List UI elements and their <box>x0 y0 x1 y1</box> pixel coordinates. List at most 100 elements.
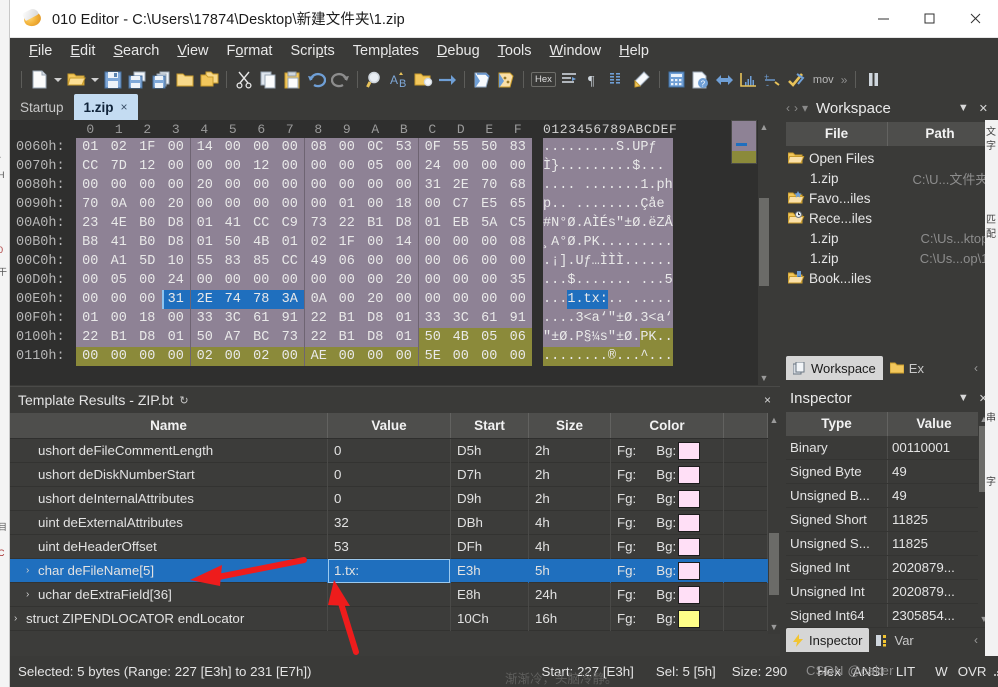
hex-byte[interactable]: B1 <box>332 309 361 328</box>
hex-byte[interactable]: 3C <box>446 309 475 328</box>
row-size[interactable]: 2h <box>529 487 611 511</box>
row-start[interactable]: E3h <box>451 559 529 583</box>
tr-scroll-thumb[interactable] <box>769 533 779 595</box>
hex-byte[interactable]: 00 <box>275 271 304 290</box>
hex-byte[interactable]: B1 <box>104 328 133 347</box>
row-extra[interactable] <box>724 439 768 463</box>
hex-byte[interactable]: 24 <box>161 271 190 290</box>
hex-byte[interactable]: D8 <box>361 328 390 347</box>
hex-byte[interactable]: 00 <box>104 309 133 328</box>
inspector-row[interactable]: Signed Int 2020879... <box>786 556 986 580</box>
hex-byte[interactable]: 00 <box>446 271 475 290</box>
column-header-color[interactable]: Color <box>611 413 724 438</box>
workspace-menu-icon[interactable]: ▼ <box>958 102 969 114</box>
find-in-files-icon[interactable] <box>411 68 435 92</box>
hex-byte[interactable]: 00 <box>389 176 418 195</box>
find-icon[interactable] <box>363 68 387 92</box>
inspector-column-type[interactable]: Type <box>786 412 888 436</box>
inspector-menu-icon[interactable]: ▼ <box>958 392 969 404</box>
chevron-right-icon[interactable]: › <box>26 559 29 583</box>
tr-scroll-up-icon[interactable]: ▲ <box>768 413 780 427</box>
checksum-icon[interactable]: + - <box>761 68 785 92</box>
hex-byte[interactable]: 70 <box>76 195 105 214</box>
row-bg-swatch[interactable] <box>678 586 701 604</box>
hex-byte[interactable]: 50 <box>475 138 504 157</box>
hex-byte[interactable]: 68 <box>503 176 532 195</box>
row-value[interactable]: 53 <box>328 535 451 559</box>
row-color[interactable]: Fg: Bg: <box>611 607 724 631</box>
hex-scroll-up-icon[interactable]: ▲ <box>758 120 770 134</box>
hex-ascii[interactable]: p.. ........Çåe <box>543 195 673 214</box>
histogram-icon[interactable] <box>737 68 761 92</box>
row-value[interactable]: 0 <box>328 487 451 511</box>
hex-row[interactable]: 0100h: 22 B1 D8 01 50 A7 BC 73 22 B1 D8 01 50 4B 05 06 " ±… <box>10 328 770 347</box>
row-bg-swatch[interactable] <box>678 538 701 556</box>
inspector-tabs-prev-icon[interactable]: ‹ <box>970 633 982 647</box>
close-button[interactable] <box>952 0 998 38</box>
hex-byte[interactable]: 00 <box>218 138 247 157</box>
hex-byte[interactable]: 00 <box>304 157 333 176</box>
hex-byte[interactable]: 4B <box>446 328 475 347</box>
hex-byte[interactable]: D8 <box>161 214 190 233</box>
dock-tab-inspector[interactable]: Inspector <box>786 628 870 652</box>
row-extra[interactable] <box>724 607 768 631</box>
inspector-value[interactable]: 2020879... <box>888 556 980 579</box>
column-header-start[interactable]: Start <box>451 413 529 438</box>
chevron-right-icon[interactable]: › <box>26 583 29 607</box>
hex-byte[interactable]: 00 <box>418 252 447 271</box>
save-all-icon[interactable] <box>149 68 173 92</box>
hex-byte[interactable]: 00 <box>389 157 418 176</box>
workspace-nav-next-icon[interactable]: › <box>794 101 798 115</box>
menu-debug[interactable]: Debug <box>428 40 489 63</box>
hex-byte[interactable]: 12 <box>133 157 162 176</box>
hex-byte[interactable]: 01 <box>389 309 418 328</box>
hex-byte[interactable]: 91 <box>275 309 304 328</box>
hex-byte[interactable]: 73 <box>275 328 304 347</box>
hex-byte[interactable]: B8 <box>76 233 105 252</box>
hex-byte[interactable]: 00 <box>218 271 247 290</box>
hex-byte[interactable]: 00 <box>332 347 361 366</box>
open-folder-all-icon[interactable] <box>197 68 221 92</box>
hex-vertical-scrollbar[interactable]: ▲ ▼ <box>758 120 770 385</box>
hex-byte[interactable]: 00 <box>275 176 304 195</box>
hex-byte[interactable]: C9 <box>275 214 304 233</box>
hex-byte[interactable]: 00 <box>76 347 105 366</box>
inspector-rows[interactable]: Binary 00110001 Signed Byte 49 Unsigned B...… <box>782 436 990 628</box>
hex-rows[interactable]: 0060h: 01 02 1F 00 14 00 00 00 08 00 0C 53 0F 55 50 83..… <box>10 138 770 385</box>
hex-byte[interactable]: 3C <box>218 309 247 328</box>
hex-byte[interactable]: 00 <box>218 157 247 176</box>
hex-row[interactable]: 0110h: 00 00 00 00 02 00 02 00 AE 00 00 00 5E 00 00 00..… <box>10 347 770 366</box>
hex-byte[interactable]: 14 <box>389 233 418 252</box>
table-row[interactable]: › uchar deExtraField[36] E8h 24h Fg: Bg: <box>10 583 780 607</box>
workspace-close-icon[interactable]: ✕ <box>979 102 988 115</box>
hex-byte[interactable]: 0F <box>418 138 447 157</box>
hex-byte[interactable]: 00 <box>389 347 418 366</box>
hex-byte[interactable]: 2E <box>446 176 475 195</box>
hex-byte[interactable]: 33 <box>418 309 447 328</box>
hex-byte[interactable]: 00 <box>418 271 447 290</box>
status-write-mode[interactable]: W <box>935 664 948 679</box>
hex-byte[interactable]: 00 <box>76 290 105 309</box>
hex-byte[interactable]: 00 <box>275 138 304 157</box>
hex-byte[interactable]: 00 <box>361 195 390 214</box>
hex-byte[interactable]: 01 <box>332 195 361 214</box>
hex-byte[interactable]: 4E <box>104 214 133 233</box>
hex-row[interactable]: 0090h: 70 0A 00 20 00 00 00 00 00 01 00 18 00 C7 E5 65 p.… <box>10 195 770 214</box>
row-name[interactable]: uint deHeaderOffset <box>10 535 328 559</box>
align-icon[interactable] <box>558 68 582 92</box>
row-value[interactable]: 1.tx: <box>328 559 451 583</box>
hex-byte[interactable]: 0C <box>361 138 390 157</box>
save-icon[interactable] <box>101 68 125 92</box>
run-template-icon[interactable] <box>494 68 518 92</box>
column-header-name[interactable]: Name <box>10 413 328 438</box>
menu-search[interactable]: Search <box>104 40 168 63</box>
hex-byte[interactable]: 00 <box>475 157 504 176</box>
hex-row[interactable]: 0070h: CC 7D 12 00 00 00 12 00 00 00 05 00 24 00 00 00 Ì}… <box>10 157 770 176</box>
hex-row[interactable]: 00A0h: 23 4E B0 D8 01 41 CC C9 73 22 B1 D8 01 EB 5A C5 # N… <box>10 214 770 233</box>
hex-byte[interactable]: 53 <box>389 138 418 157</box>
row-name[interactable]: ushort deInternalAttributes <box>10 487 328 511</box>
hex-byte[interactable]: 22 <box>332 214 361 233</box>
hex-byte[interactable]: 00 <box>446 233 475 252</box>
inspector-value[interactable]: 11825 <box>888 532 980 555</box>
column-header-size[interactable]: Size <box>529 413 611 438</box>
